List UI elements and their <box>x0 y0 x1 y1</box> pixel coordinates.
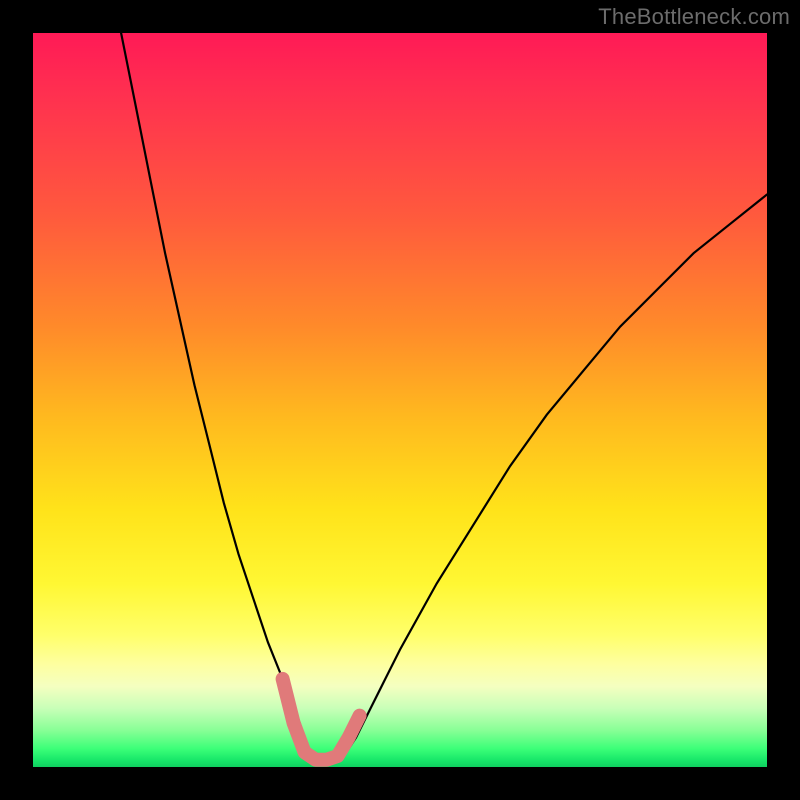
curve-layer <box>33 33 767 767</box>
plot-area <box>33 33 767 767</box>
chart-frame: TheBottleneck.com <box>0 0 800 800</box>
highlight-segment <box>283 679 360 760</box>
watermark-text: TheBottleneck.com <box>598 4 790 30</box>
bottleneck-curve <box>121 33 767 760</box>
